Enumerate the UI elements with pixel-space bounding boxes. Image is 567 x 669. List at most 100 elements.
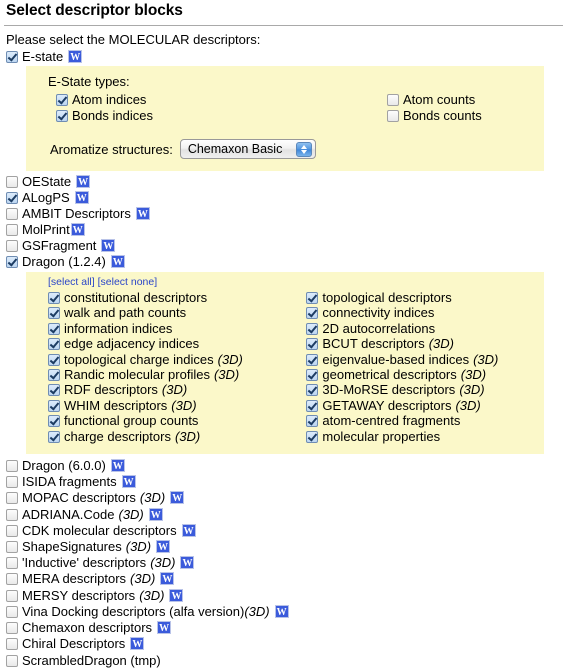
checkbox-mera-descriptors[interactable] <box>6 573 18 586</box>
checkbox-rdf-descriptors[interactable] <box>48 384 60 397</box>
checkbox-adriana-code[interactable] <box>6 508 18 521</box>
checkbox-bcut-descriptors[interactable] <box>306 338 319 351</box>
checkbox-cdk-molecular-descriptors[interactable] <box>6 524 18 537</box>
up-down-chevron-icon[interactable] <box>295 142 312 157</box>
block-row-mopac-descriptors[interactable]: MOPAC descriptors (3D) W <box>6 490 563 506</box>
checkbox-2d-autocorrelations[interactable] <box>306 322 319 335</box>
option-row-rdf-descriptors[interactable]: RDF descriptors (3D) <box>48 382 271 397</box>
wikipedia-w-icon[interactable]: W <box>121 475 136 489</box>
wikipedia-w-icon[interactable]: W <box>157 621 172 635</box>
option-row-geometrical-descriptors[interactable]: geometrical descriptors (3D) <box>306 367 544 382</box>
checkbox-atom-indices[interactable] <box>56 94 68 106</box>
wikipedia-w-icon[interactable]: W <box>148 507 163 521</box>
checkbox-oestate[interactable] <box>6 176 18 188</box>
checkbox-3d-morse-descriptors[interactable] <box>306 384 319 397</box>
checkbox-topological-descriptors[interactable] <box>306 292 319 304</box>
option-row-3d-morse-descriptors[interactable]: 3D-MoRSE descriptors (3D) <box>306 382 544 397</box>
checkbox-edge-adjacency-indices[interactable] <box>48 338 60 351</box>
option-row-information-indices[interactable]: information indices <box>48 321 271 336</box>
option-row-whim-descriptors[interactable]: WHIM descriptors (3D) <box>48 398 271 413</box>
block-row-shapesignatures[interactable]: ShapeSignatures (3D) W <box>6 539 563 555</box>
checkbox-randic-molecular-profiles[interactable] <box>48 369 60 382</box>
block-row-dragon-124[interactable]: Dragon (1.2.4) W <box>6 254 563 270</box>
block-row-vina-docking-descriptors[interactable]: Vina Docking descriptors (alfa version) … <box>6 604 563 620</box>
option-row-edge-adjacency-indices[interactable]: edge adjacency indices <box>48 336 271 351</box>
checkbox-constitutional-descriptors[interactable] <box>48 292 60 304</box>
option-row-walk-and-path-counts[interactable]: walk and path counts <box>48 305 271 320</box>
wikipedia-w-icon[interactable]: W <box>76 175 91 188</box>
checkbox-whim-descriptors[interactable] <box>48 399 60 412</box>
option-row-atom-counts[interactable]: Atom counts <box>386 92 482 108</box>
option-row-randic-molecular-profiles[interactable]: Randic molecular profiles (3D) <box>48 367 271 382</box>
block-row-adriana-code[interactable]: ADRIANA.Code (3D) W <box>6 507 563 523</box>
wikipedia-w-icon[interactable]: W <box>181 523 196 537</box>
wikipedia-w-icon[interactable]: W <box>110 459 125 473</box>
block-row-cdk-molecular-descriptors[interactable]: CDK molecular descriptors W <box>6 523 563 539</box>
option-row-functional-group-counts[interactable]: functional group counts <box>48 413 271 428</box>
checkbox-mopac-descriptors[interactable] <box>6 492 18 505</box>
checkbox-shapesignatures[interactable] <box>6 541 18 554</box>
option-row-bonds-indices[interactable]: Bonds indices <box>56 108 153 124</box>
wikipedia-w-icon[interactable]: W <box>68 50 83 63</box>
checkbox-atom-centred-fragments[interactable] <box>306 415 319 428</box>
option-row-charge-descriptors[interactable]: charge descriptors (3D) <box>48 429 271 444</box>
block-row-chiral-descriptors[interactable]: Chiral Descriptors W <box>6 636 563 652</box>
checkbox-charge-descriptors[interactable] <box>48 430 60 443</box>
checkbox-scrambleddragon[interactable] <box>6 654 18 667</box>
option-row-bcut-descriptors[interactable]: BCUT descriptors (3D) <box>306 336 544 351</box>
checkbox-inductive-descriptors[interactable] <box>6 557 18 570</box>
block-row-molprint[interactable]: MolPrint W <box>6 222 563 238</box>
block-row-e-state[interactable]: E-state W <box>6 49 563 65</box>
wikipedia-w-icon[interactable]: W <box>70 223 85 236</box>
checkbox-getaway-descriptors[interactable] <box>306 399 319 412</box>
checkbox-information-indices[interactable] <box>48 322 60 335</box>
wikipedia-w-icon[interactable]: W <box>180 556 195 570</box>
checkbox-geometrical-descriptors[interactable] <box>306 369 319 382</box>
checkbox-molecular-properties[interactable] <box>306 430 319 443</box>
option-row-connectivity-indices[interactable]: connectivity indices <box>306 305 544 320</box>
wikipedia-w-icon[interactable]: W <box>74 191 89 204</box>
option-row-topological-charge-indices[interactable]: topological charge indices (3D) <box>48 352 271 367</box>
wikipedia-w-icon[interactable]: W <box>135 207 150 220</box>
option-row-bonds-counts[interactable]: Bonds counts <box>386 108 482 124</box>
checkbox-walk-and-path-counts[interactable] <box>48 307 60 320</box>
option-row-topological-descriptors[interactable]: topological descriptors <box>306 290 544 305</box>
option-row-molecular-properties[interactable]: molecular properties <box>306 429 544 444</box>
wikipedia-w-icon[interactable]: W <box>130 637 145 651</box>
select-none-link[interactable]: [select none] <box>98 276 158 288</box>
checkbox-eigenvalue-based-indices[interactable] <box>306 353 319 366</box>
checkbox-chiral-descriptors[interactable] <box>6 638 18 651</box>
select-all-link[interactable]: [select all] <box>48 276 95 288</box>
checkbox-ambit-descriptors[interactable] <box>6 208 18 220</box>
block-row-ambit-descriptors[interactable]: AMBIT Descriptors W <box>6 206 563 222</box>
checkbox-atom-counts[interactable] <box>386 94 399 106</box>
wikipedia-w-icon[interactable]: W <box>101 239 116 252</box>
checkbox-functional-group-counts[interactable] <box>48 415 60 428</box>
block-row-mera-descriptors[interactable]: MERA descriptors (3D) W <box>6 571 563 587</box>
block-row-alogps[interactable]: ALogPS W <box>6 190 563 206</box>
checkbox-gsfragment[interactable] <box>6 240 18 252</box>
wikipedia-w-icon[interactable]: W <box>274 604 289 618</box>
block-row-gsfragment[interactable]: GSFragment W <box>6 238 563 254</box>
checkbox-chemaxon-descriptors[interactable] <box>6 622 18 635</box>
checkbox-bonds-indices[interactable] <box>56 110 68 122</box>
checkbox-e-state[interactable] <box>6 51 18 63</box>
option-row-constitutional-descriptors[interactable]: constitutional descriptors <box>48 290 271 305</box>
wikipedia-w-icon[interactable]: W <box>160 572 175 586</box>
checkbox-dragon-124[interactable] <box>6 256 18 268</box>
checkbox-vina-docking-descriptors[interactable] <box>6 605 18 618</box>
option-row-eigenvalue-based-indices[interactable]: eigenvalue-based indices (3D) <box>306 352 544 367</box>
wikipedia-w-icon[interactable]: W <box>156 540 171 554</box>
wikipedia-w-icon[interactable]: W <box>169 588 184 602</box>
option-row-2d-autocorrelations[interactable]: 2D autocorrelations <box>306 321 544 336</box>
wikipedia-w-icon[interactable]: W <box>170 491 185 505</box>
checkbox-alogps[interactable] <box>6 192 18 204</box>
checkbox-connectivity-indices[interactable] <box>306 307 319 320</box>
wikipedia-w-icon[interactable]: W <box>110 255 125 268</box>
checkbox-dragon-600[interactable] <box>6 460 18 473</box>
option-row-atom-indices[interactable]: Atom indices <box>56 92 153 108</box>
checkbox-molprint[interactable] <box>6 224 18 236</box>
block-row-scrambleddragon[interactable]: ScrambledDragon (tmp) <box>6 653 563 669</box>
block-row-dragon-600[interactable]: Dragon (6.0.0) W <box>6 458 563 474</box>
block-row-oestate[interactable]: OEState W <box>6 174 563 190</box>
